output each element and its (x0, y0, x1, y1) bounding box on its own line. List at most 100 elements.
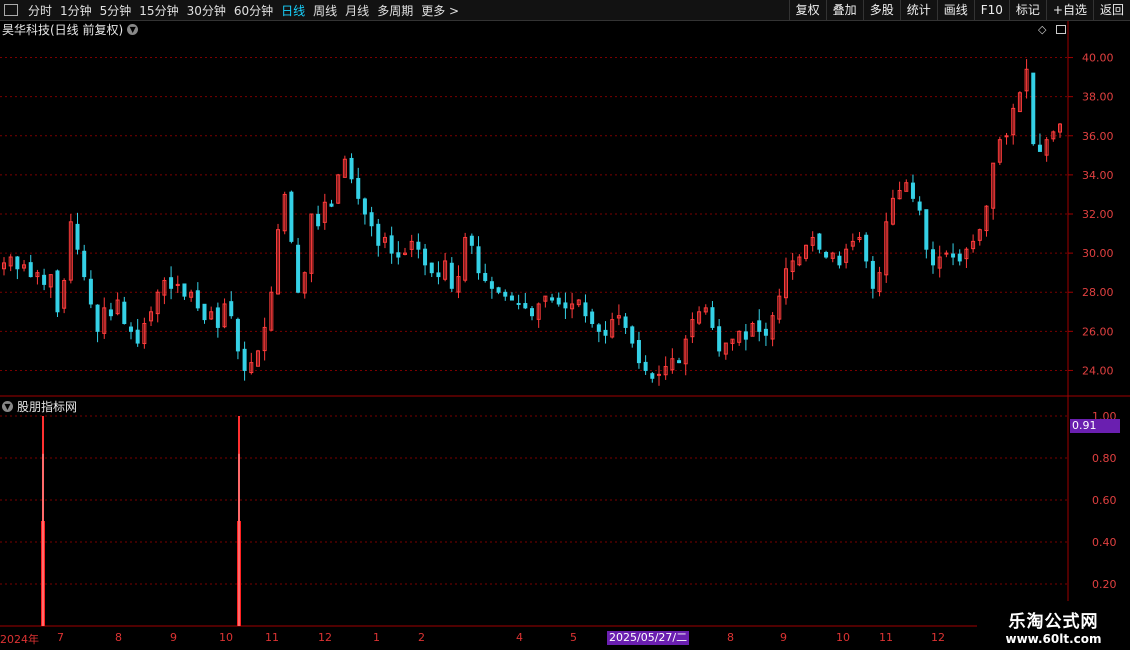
candle-body (543, 295, 548, 302)
candle-body (209, 311, 214, 320)
candle-body (516, 302, 521, 305)
candle-body (924, 209, 929, 250)
candle-body (342, 158, 347, 178)
candle-body (1051, 131, 1056, 140)
candle-body (623, 316, 628, 328)
timeframe-tab-5[interactable]: 60分钟 (234, 2, 273, 19)
x-axis-label: 2024年 (0, 633, 39, 646)
candle-body (436, 272, 441, 278)
toolbar-button-7[interactable]: +自选 (1045, 0, 1093, 20)
price-chart: 40.00 38.00 36.00 34.00 32.00 30.00 28.00 26.00… (0, 21, 1130, 630)
x-axis-label: 5 (570, 631, 577, 644)
candle-body (289, 191, 294, 242)
chevron-down-icon[interactable]: ▼ (127, 24, 139, 35)
candle-body (844, 248, 849, 263)
panel-menu-icon[interactable] (4, 4, 18, 16)
candle-body (302, 272, 307, 294)
candle-body (382, 236, 387, 243)
candle-body (971, 240, 976, 250)
toolbar-button-4[interactable]: 画线 (936, 0, 974, 20)
candle-body (610, 319, 615, 338)
candle-body (777, 295, 782, 320)
candle-body (55, 270, 60, 313)
candle-body (496, 287, 501, 293)
candle-body (750, 323, 755, 337)
timeframe-tab-0[interactable]: 分时 (28, 2, 52, 19)
candle-body (509, 295, 514, 301)
candle-body (202, 303, 207, 321)
candle-body (790, 260, 795, 273)
candle-body (830, 252, 835, 259)
candle-body (22, 264, 27, 269)
x-axis-labels: 2024年 7 8 9 10 11 12 1 2 4 5 8 9 10 11 12 (0, 630, 1070, 646)
candle-body (563, 302, 568, 309)
candle-body (984, 205, 989, 232)
timeframe-tab-3[interactable]: 15分钟 (139, 2, 178, 19)
candle-body (951, 253, 956, 258)
toolbar-button-2[interactable]: 多股 (862, 0, 900, 20)
candle-body (449, 262, 454, 289)
timeframe-tab-2[interactable]: 5分钟 (100, 2, 132, 19)
candle-body (416, 241, 421, 250)
window-toggle-icon[interactable] (1056, 25, 1066, 34)
candle-body (316, 213, 321, 227)
candle-body (108, 309, 113, 317)
toolbar-button-1[interactable]: 叠加 (825, 0, 863, 20)
toolbar-button-0[interactable]: 复权 (788, 0, 826, 20)
candle-body (824, 251, 829, 258)
x-axis-label: 10 (836, 631, 850, 644)
candle-body (977, 229, 982, 241)
candle-body (964, 248, 969, 260)
watermark-line1: 乐淘公式网 (1008, 612, 1099, 632)
candle-body (857, 236, 862, 241)
candle-body (1024, 68, 1029, 92)
candle-body (175, 283, 180, 286)
candle-body (870, 260, 875, 289)
candle-body (690, 319, 695, 338)
price-tick-label: 26.00 (1082, 325, 1114, 338)
candle-body (1058, 123, 1062, 133)
x-axis-label: 4 (516, 631, 523, 644)
candle-body (770, 315, 775, 340)
candle-body (42, 274, 47, 285)
candle-body (68, 221, 73, 281)
candle-body (362, 198, 367, 215)
candle-body (162, 279, 167, 296)
candle-body (997, 139, 1002, 163)
candle-body (1031, 72, 1036, 145)
timeframe-tab-10[interactable]: 更多 > (421, 2, 459, 19)
x-axis-label: 2 (418, 631, 425, 644)
candle-body (523, 303, 528, 309)
candle-body (309, 213, 314, 274)
toolbar-button-5[interactable]: F10 (973, 0, 1009, 20)
timeframe-tab-9[interactable]: 多周期 (377, 2, 413, 19)
toolbar-button-3[interactable]: 统计 (899, 0, 937, 20)
candle-body (503, 291, 508, 297)
candle-body (82, 250, 87, 278)
x-axis-label: 10 (219, 631, 233, 644)
stock-title: 昊华科技(日线 前复权) (2, 23, 124, 37)
candle-body (890, 197, 895, 225)
toolbar-button-6[interactable]: 标记 (1008, 0, 1046, 20)
timeframe-tab-4[interactable]: 30分钟 (187, 2, 226, 19)
toolbar-button-8[interactable]: 返回 (1092, 0, 1130, 20)
timeframe-tab-6[interactable]: 日线 (281, 2, 305, 19)
timeframe-tab-8[interactable]: 月线 (345, 2, 369, 19)
toolbar-right-buttons: 复权 叠加 多股 统计 画线 F10 标记 +自选 返回 (788, 0, 1130, 20)
x-axis-label: 9 (170, 631, 177, 644)
diamond-icon[interactable]: ◇ (1038, 23, 1046, 36)
timeframe-tab-1[interactable]: 1分钟 (60, 2, 92, 19)
candle-body (616, 315, 621, 319)
candle-body (476, 246, 481, 274)
candle-body (276, 229, 281, 295)
chevron-down-icon[interactable]: ▼ (2, 401, 13, 412)
candle-body (115, 299, 120, 315)
price-tick-label: 34.00 (1082, 169, 1114, 182)
candle-body (48, 274, 53, 288)
candle-body (396, 252, 401, 258)
candle-body (837, 255, 842, 266)
candle-body (463, 236, 468, 281)
indicator-title-row: ▼ 股朋指标网 (2, 398, 77, 415)
timeframe-tab-7[interactable]: 周线 (313, 2, 337, 19)
candle-body (423, 248, 428, 266)
